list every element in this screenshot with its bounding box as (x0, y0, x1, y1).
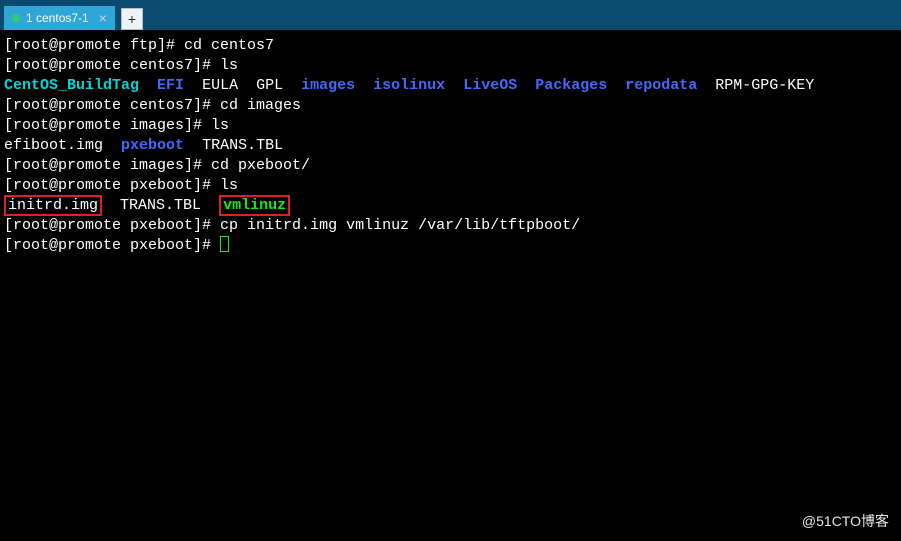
prompt: [root@promote pxeboot]# (4, 237, 220, 254)
cursor-icon (220, 236, 229, 252)
listing-item: Packages (535, 77, 607, 94)
listing-item: repodata (625, 77, 697, 94)
prompt: [root@promote images]# (4, 157, 211, 174)
command: ls (211, 117, 229, 134)
command: cd centos7 (184, 37, 274, 54)
terminal-line: [root@promote pxeboot]# (4, 236, 897, 256)
tab-label: 1 centos7-1 (26, 11, 89, 25)
tab-bar: 1 centos7-1 × + (0, 0, 901, 30)
terminal-line: efiboot.img pxeboot TRANS.TBL (4, 136, 897, 156)
terminal-line: [root@promote centos7]# ls (4, 56, 897, 76)
listing-item: RPM-GPG-KEY (715, 77, 814, 94)
prompt: [root@promote centos7]# (4, 97, 220, 114)
command: ls (220, 57, 238, 74)
command: ls (220, 177, 238, 194)
close-icon[interactable]: × (99, 10, 107, 26)
terminal-output[interactable]: [root@promote ftp]# cd centos7[root@prom… (0, 30, 901, 262)
prompt: [root@promote pxeboot]# (4, 177, 220, 194)
listing-item: isolinux (373, 77, 445, 94)
listing-item: TRANS.TBL (120, 197, 201, 214)
new-tab-button[interactable]: + (121, 8, 143, 30)
plus-icon: + (128, 11, 136, 27)
command: cp initrd.img vmlinuz /var/lib/tftpboot/ (220, 217, 580, 234)
listing-item: initrd.img (4, 195, 102, 216)
listing-item: TRANS.TBL (202, 137, 283, 154)
terminal-line: [root@promote images]# ls (4, 116, 897, 136)
listing-item: LiveOS (463, 77, 517, 94)
listing-item: efiboot.img (4, 137, 103, 154)
status-dot-icon (12, 14, 20, 22)
command: cd images (220, 97, 301, 114)
terminal-tab[interactable]: 1 centos7-1 × (4, 6, 115, 30)
listing-item: EFI (157, 77, 184, 94)
listing-item: GPL (256, 77, 283, 94)
terminal-line: initrd.img TRANS.TBL vmlinuz (4, 196, 897, 216)
listing-item: CentOS_BuildTag (4, 77, 139, 94)
listing-item: pxeboot (121, 137, 184, 154)
listing-item: EULA (202, 77, 238, 94)
terminal-line: [root@promote ftp]# cd centos7 (4, 36, 897, 56)
terminal-line: [root@promote pxeboot]# ls (4, 176, 897, 196)
listing-item: vmlinuz (219, 195, 290, 216)
command: cd pxeboot/ (211, 157, 310, 174)
watermark: @51CTO博客 (802, 511, 889, 531)
terminal-line: CentOS_BuildTag EFI EULA GPL images isol… (4, 76, 897, 96)
terminal-line: [root@promote pxeboot]# cp initrd.img vm… (4, 216, 897, 236)
listing-item: images (301, 77, 355, 94)
prompt: [root@promote centos7]# (4, 57, 220, 74)
prompt: [root@promote pxeboot]# (4, 217, 220, 234)
terminal-line: [root@promote images]# cd pxeboot/ (4, 156, 897, 176)
prompt: [root@promote images]# (4, 117, 211, 134)
prompt: [root@promote ftp]# (4, 37, 184, 54)
terminal-line: [root@promote centos7]# cd images (4, 96, 897, 116)
